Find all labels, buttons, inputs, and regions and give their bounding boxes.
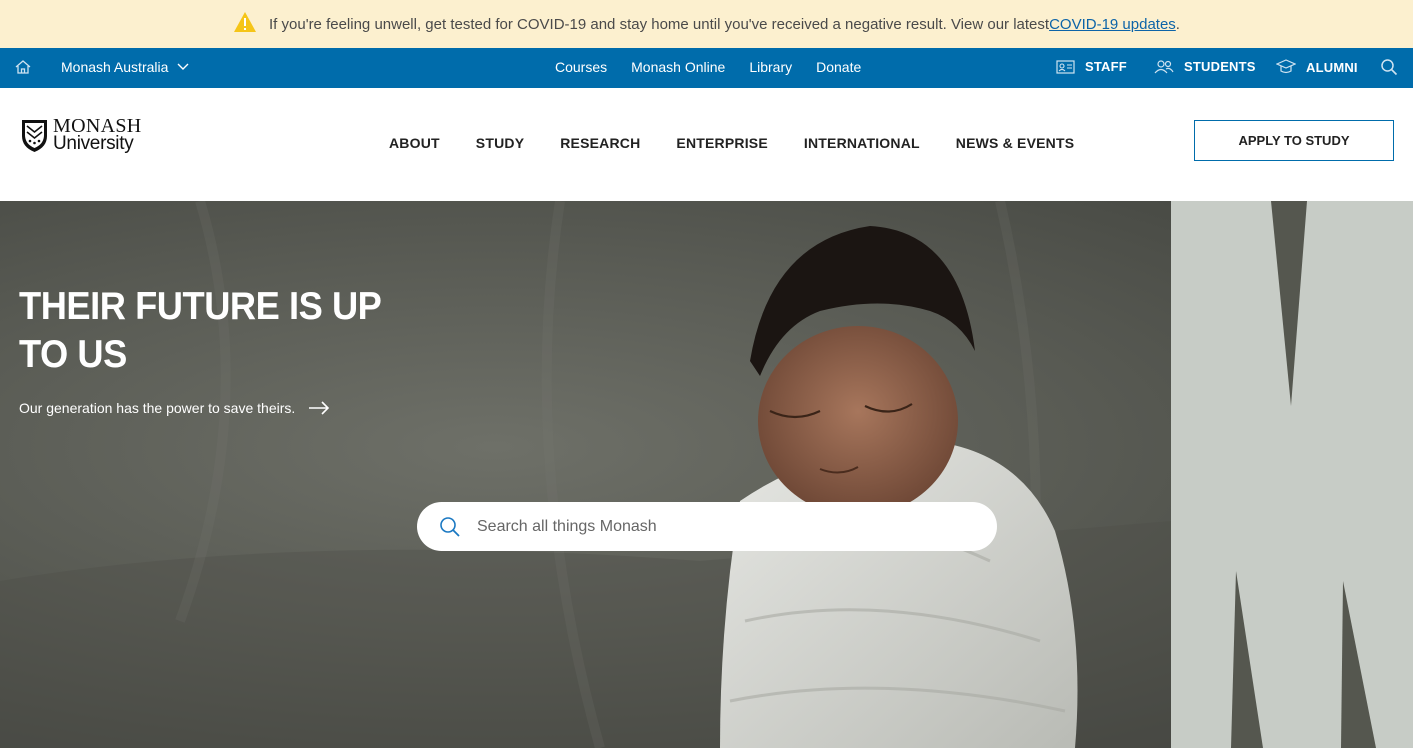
staff-id-card-icon <box>1056 60 1075 74</box>
campus-label: Monash Australia <box>61 59 169 75</box>
nav-study[interactable]: STUDY <box>476 135 524 151</box>
monash-online-link[interactable]: Monash Online <box>631 59 725 75</box>
alumni-link[interactable]: ALUMNI <box>1276 59 1358 75</box>
hero-subline-link[interactable]: Our generation has the power to save the… <box>19 400 330 416</box>
university-crest-icon <box>22 119 47 152</box>
alumni-label: ALUMNI <box>1306 59 1358 75</box>
covid-alert-banner: If you're feeling unwell, get tested for… <box>0 0 1413 48</box>
staff-label: STAFF <box>1085 59 1127 74</box>
alert-suffix: . <box>1175 15 1180 33</box>
search-icon[interactable] <box>439 516 461 538</box>
arrow-right-icon <box>309 401 330 415</box>
chevron-down-icon <box>177 63 189 70</box>
search-icon[interactable] <box>1380 58 1398 76</box>
nav-research[interactable]: RESEARCH <box>560 135 640 151</box>
hero-banner: THEIR FUTURE IS UP TO US Our generation … <box>0 201 1413 748</box>
brand-line-2: University <box>53 133 134 154</box>
nav-international[interactable]: INTERNATIONAL <box>804 135 920 151</box>
donate-link[interactable]: Donate <box>816 59 861 75</box>
apply-to-study-button[interactable]: APPLY TO STUDY <box>1194 120 1394 161</box>
warning-triangle-icon <box>234 12 257 32</box>
library-link[interactable]: Library <box>749 59 792 75</box>
nav-news-events[interactable]: NEWS & EVENTS <box>956 135 1075 151</box>
hero-side-panel <box>1171 201 1413 748</box>
utility-links: Courses Monash Online Library Donate <box>555 59 861 75</box>
monash-m-graphic <box>1231 201 1376 748</box>
campus-selector[interactable]: Monash Australia <box>61 59 189 75</box>
students-label: STUDENTS <box>1184 59 1256 74</box>
main-nav: ABOUT STUDY RESEARCH ENTERPRISE INTERNAT… <box>389 135 1074 151</box>
students-group-icon <box>1154 60 1174 74</box>
monash-logo[interactable]: MONASH University <box>20 116 141 154</box>
site-search-bar <box>417 502 997 551</box>
courses-link[interactable]: Courses <box>555 59 607 75</box>
hero-headline: THEIR FUTURE IS UP TO US <box>19 285 381 376</box>
staff-link[interactable]: STAFF <box>1056 59 1127 74</box>
covid-updates-link[interactable]: COVID-19 updates <box>1049 16 1176 33</box>
nav-enterprise[interactable]: ENTERPRISE <box>676 135 767 151</box>
graduation-cap-icon <box>1276 59 1296 74</box>
alert-message: If you're feeling unwell, get tested for… <box>269 15 1050 33</box>
home-icon[interactable] <box>14 58 32 76</box>
search-input[interactable] <box>475 516 959 537</box>
students-link[interactable]: STUDENTS <box>1154 59 1256 74</box>
utility-bar: Monash Australia Courses Monash Online L… <box>0 48 1413 88</box>
hero-subline: Our generation has the power to save the… <box>19 400 296 416</box>
nav-about[interactable]: ABOUT <box>389 135 440 151</box>
